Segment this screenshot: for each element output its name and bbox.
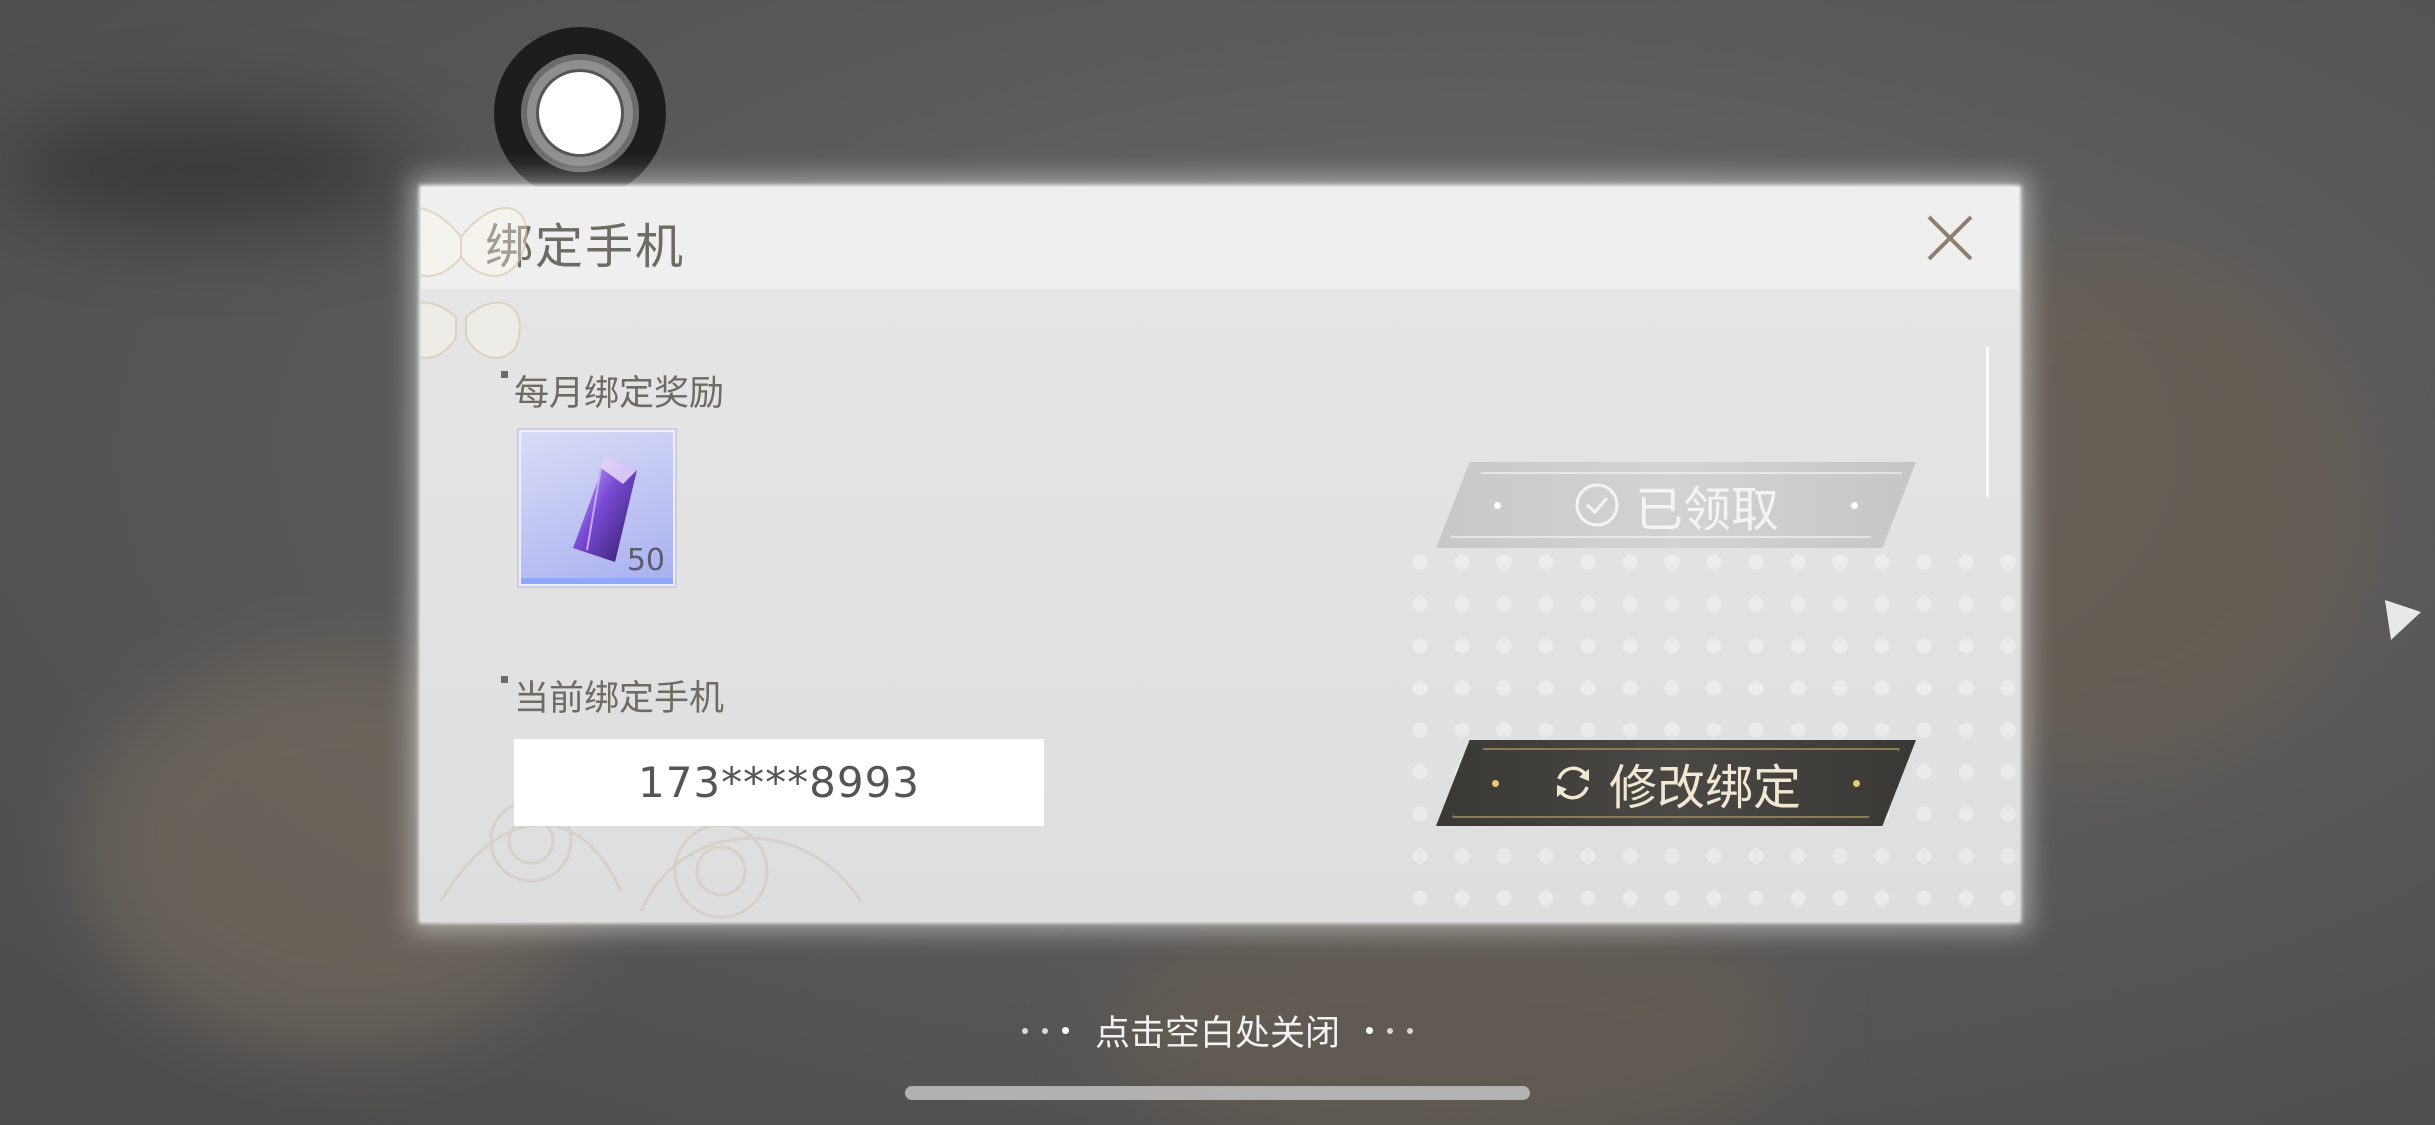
check-circle-icon — [1575, 483, 1619, 527]
item-count: 50 — [626, 543, 665, 578]
background-blur — [0, 110, 420, 230]
button-dot-deco — [1853, 780, 1860, 787]
claimed-button[interactable]: 已领取 — [1436, 462, 1916, 548]
hint-dots-right — [1366, 1027, 1413, 1034]
record-button[interactable] — [494, 27, 666, 199]
button-dot-deco — [1494, 502, 1501, 509]
refresh-icon — [1556, 766, 1589, 800]
claimed-button-label: 已领取 — [1634, 482, 1779, 538]
bind-phone-dialog: 绑定手机 每月绑定奖励 50 已领取 当前绑定手机 173****8993 修改… — [421, 187, 2019, 921]
button-dot-deco — [1492, 780, 1499, 787]
triangle-deco-icon — [2385, 600, 2421, 640]
hint-dots-left — [1021, 1027, 1069, 1034]
diamond-pattern-deco — [1399, 541, 2019, 921]
item-rarity-bar — [521, 578, 673, 584]
current-phone-label: 当前绑定手机 — [500, 670, 724, 721]
scrollbar[interactable] — [1986, 347, 1989, 497]
phone-number-field: 173****8993 — [514, 739, 1044, 826]
modify-binding-label: 修改绑定 — [1608, 760, 1801, 816]
butterfly-deco-icon — [421, 207, 528, 359]
reward-item-slot[interactable]: 50 — [519, 430, 675, 586]
button-dot-deco — [1851, 502, 1858, 509]
record-core — [539, 72, 621, 154]
home-indicator[interactable] — [905, 1086, 1530, 1100]
phone-number: 173****8993 — [637, 758, 921, 807]
close-hint[interactable]: 点击空白处关闭 — [0, 1005, 2435, 1056]
close-hint-text: 点击空白处关闭 — [1094, 1014, 1340, 1054]
close-icon[interactable] — [1921, 209, 1979, 267]
modify-binding-button[interactable]: 修改绑定 — [1436, 740, 1916, 826]
record-ring — [521, 54, 639, 172]
